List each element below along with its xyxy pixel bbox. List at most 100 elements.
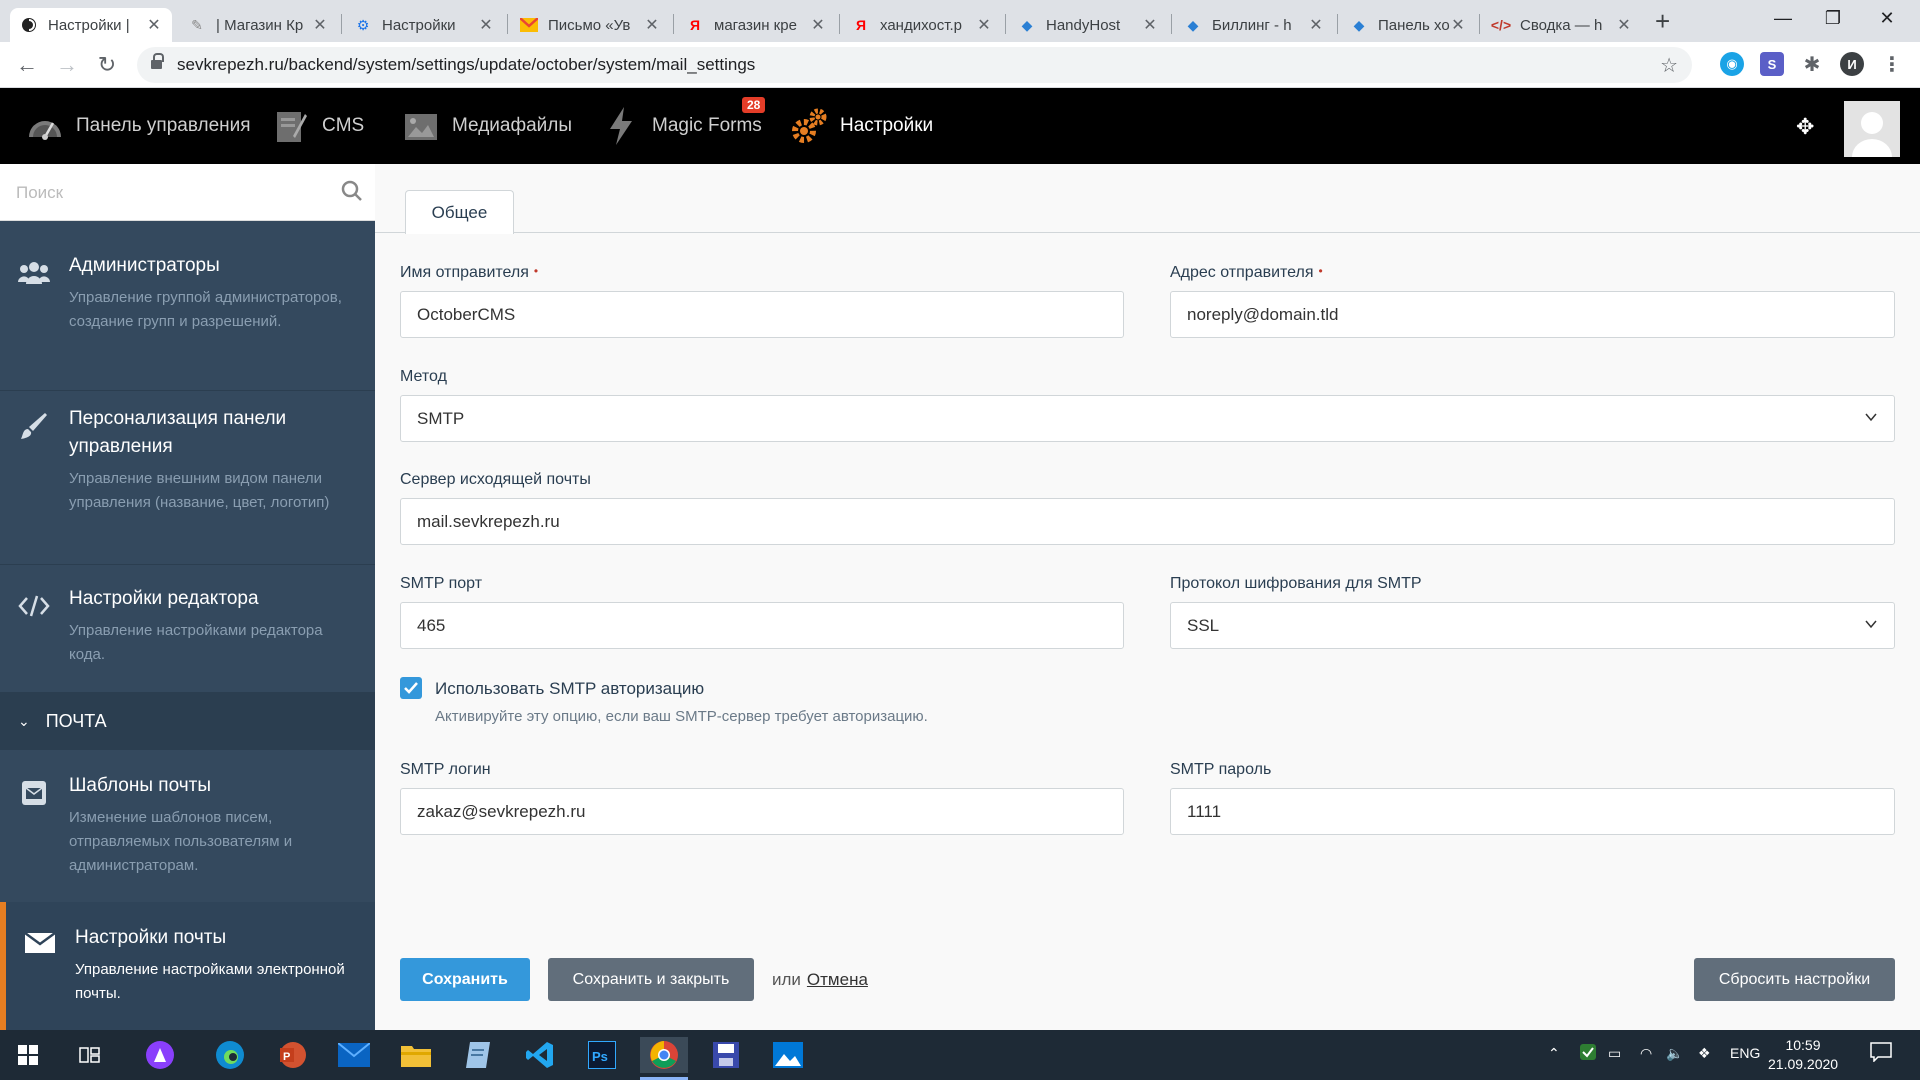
bookmark-star-icon[interactable]: ☆ (1660, 53, 1678, 78)
nav-media[interactable]: Медиафайлы (402, 88, 572, 164)
sidebar-item-mail-templates[interactable]: Шаблоны почты Изменение шаблонов писем, … (0, 772, 375, 878)
smtp-server-input[interactable]: mail.sevkrepezh.ru (400, 498, 1895, 545)
sidebar-item-personalization[interactable]: Персонализация панели управления Управле… (0, 405, 375, 515)
new-tab-icon[interactable]: + (1655, 6, 1670, 37)
nav-dashboard[interactable]: Панель управления (26, 88, 251, 164)
browser-tab[interactable]: </> Сводка — h ✕ (1482, 8, 1642, 42)
nav-label: Magic Forms (652, 115, 762, 136)
forward-icon[interactable]: → (52, 52, 82, 78)
tab-separator (507, 14, 508, 34)
back-icon[interactable]: ← (12, 52, 42, 78)
sidebar-item-administrators[interactable]: Администраторы Управление группой админи… (0, 252, 375, 334)
sidebar-item-mail-settings[interactable]: Настройки почты Управление настройками э… (0, 902, 375, 1030)
puzzle-icon[interactable]: ✱ (1800, 52, 1824, 76)
maximize-icon[interactable]: ❐ (1810, 8, 1856, 29)
sender-email-input[interactable]: noreply@domain.tld (1170, 291, 1895, 338)
user-avatar[interactable] (1844, 101, 1900, 157)
nav-label: CMS (322, 115, 365, 136)
mail-app-icon[interactable] (330, 1037, 378, 1073)
edge-icon[interactable] (206, 1037, 254, 1073)
close-icon[interactable]: ✕ (312, 15, 328, 35)
sender-name-input[interactable]: OctoberCMS (400, 291, 1124, 338)
wifi-icon[interactable]: ◠ (1640, 1045, 1652, 1062)
close-icon[interactable]: ✕ (478, 15, 494, 35)
browser-tab[interactable]: ◆ Панель хост ✕ (1340, 8, 1476, 42)
settings-form: Общее Имя отправителя • OctoberCMS Адрес … (375, 164, 1920, 1030)
minimize-icon[interactable]: — (1760, 8, 1806, 29)
battery-icon[interactable]: ▭ (1608, 1045, 1621, 1062)
reset-settings-button[interactable]: Сбросить настройки (1694, 958, 1895, 1001)
save-disk-icon[interactable] (702, 1037, 750, 1073)
volume-icon[interactable]: 🔈 (1666, 1045, 1683, 1062)
file-explorer-icon[interactable] (392, 1037, 440, 1073)
dropbox-icon[interactable]: ❖ (1698, 1045, 1711, 1062)
close-icon[interactable]: ✕ (976, 15, 992, 35)
close-icon[interactable]: ✕ (810, 15, 826, 35)
cms-top-nav: Панель управления CMS Медиафайлы Magic F… (0, 88, 1920, 164)
browser-tab[interactable]: Я хандихост.р ✕ (842, 8, 1002, 42)
close-icon[interactable]: ✕ (1450, 15, 1466, 35)
menu-dots-icon[interactable]: ⋮ (1880, 52, 1904, 76)
smtp-auth-label[interactable]: Использовать SMTP авторизацию (435, 679, 704, 699)
envelope-icon (24, 928, 56, 958)
notepad-icon[interactable] (454, 1037, 502, 1073)
browser-tab[interactable]: ◆ Биллинг - h ✕ (1174, 8, 1334, 42)
sidebar-search[interactable]: Поиск (0, 164, 375, 221)
nav-cms[interactable]: CMS (272, 88, 364, 164)
move-icon[interactable]: ✥ (1796, 114, 1814, 140)
sidebar-item-editor[interactable]: Настройки редактора Управление настройка… (0, 585, 375, 667)
tab-title: Биллинг - h (1212, 16, 1292, 34)
language-indicator[interactable]: ENG (1730, 1045, 1760, 1061)
window-close-icon[interactable]: ✕ (1864, 8, 1910, 29)
vscode-icon[interactable] (516, 1037, 564, 1073)
nav-settings[interactable]: Настройки (790, 88, 933, 164)
browser-tab[interactable]: Я магазин кре ✕ (676, 8, 836, 42)
smtp-login-input[interactable]: zakaz@sevkrepezh.ru (400, 788, 1124, 835)
sync-status-icon[interactable] (1578, 1042, 1598, 1065)
close-icon[interactable]: ✕ (1616, 15, 1632, 35)
close-icon[interactable]: ✕ (146, 15, 162, 35)
browser-tab[interactable]: ⚙ Настройки ✕ (344, 8, 504, 42)
browser-tab[interactable]: ✎ | Магазин Кр ✕ (178, 8, 338, 42)
notifications-icon[interactable] (1870, 1042, 1892, 1065)
cancel-link[interactable]: Отмена (807, 970, 868, 989)
browser-tab[interactable]: Письмо «Ув ✕ (510, 8, 670, 42)
smtp-encryption-select[interactable]: SSL (1170, 602, 1895, 649)
chrome-icon[interactable] (640, 1037, 688, 1080)
method-select[interactable]: SMTP (400, 395, 1895, 442)
search-icon[interactable] (341, 180, 363, 207)
photoshop-icon[interactable]: Ps (578, 1037, 626, 1073)
smtp-port-input[interactable]: 465 (400, 602, 1124, 649)
sidebar-item-title: Настройки почты (75, 927, 227, 948)
powerpoint-icon[interactable]: P (268, 1037, 316, 1073)
task-view-icon[interactable] (66, 1037, 114, 1073)
search-input[interactable]: Поиск (16, 183, 63, 203)
close-icon[interactable]: ✕ (644, 15, 660, 35)
alice-icon[interactable] (136, 1037, 184, 1073)
sidebar-section-mail[interactable]: ⌄ ПОЧТА (0, 692, 375, 750)
tab-general[interactable]: Общее (405, 190, 514, 234)
nav-magic-forms[interactable]: Magic Forms (602, 88, 762, 164)
reload-icon[interactable]: ↻ (92, 52, 122, 78)
section-label: ПОЧТА (45, 710, 107, 731)
smtp-auth-checkbox[interactable] (400, 677, 422, 699)
save-close-button[interactable]: Сохранить и закрыть (548, 958, 754, 1001)
photos-icon[interactable] (764, 1037, 812, 1073)
chevron-up-icon[interactable]: ⌃ (1548, 1045, 1560, 1062)
skype-extension-icon[interactable]: S (1760, 52, 1784, 76)
close-icon[interactable]: ✕ (1142, 15, 1158, 35)
windows-start-icon[interactable] (4, 1037, 52, 1073)
tab-title: | Магазин Кр (216, 16, 304, 34)
browser-tab[interactable]: Настройки | ✕ (10, 8, 172, 42)
smtp-password-input[interactable]: 1111 (1170, 788, 1895, 835)
address-bar[interactable]: sevkrepezh.ru/backend/system/settings/up… (137, 47, 1692, 83)
tab-title: Панель хост (1378, 16, 1450, 34)
browser-tab[interactable]: ◆ HandyHost ✕ (1008, 8, 1168, 42)
extension-icon[interactable]: ◉ (1720, 52, 1744, 76)
save-button[interactable]: Сохранить (400, 958, 530, 1001)
close-icon[interactable]: ✕ (1308, 15, 1324, 35)
tab-title: Настройки | (48, 16, 130, 34)
tab-title: Настройки (382, 16, 456, 34)
clock[interactable]: 10:59 21.09.2020 (1768, 1036, 1838, 1074)
profile-avatar[interactable]: И (1840, 52, 1864, 76)
